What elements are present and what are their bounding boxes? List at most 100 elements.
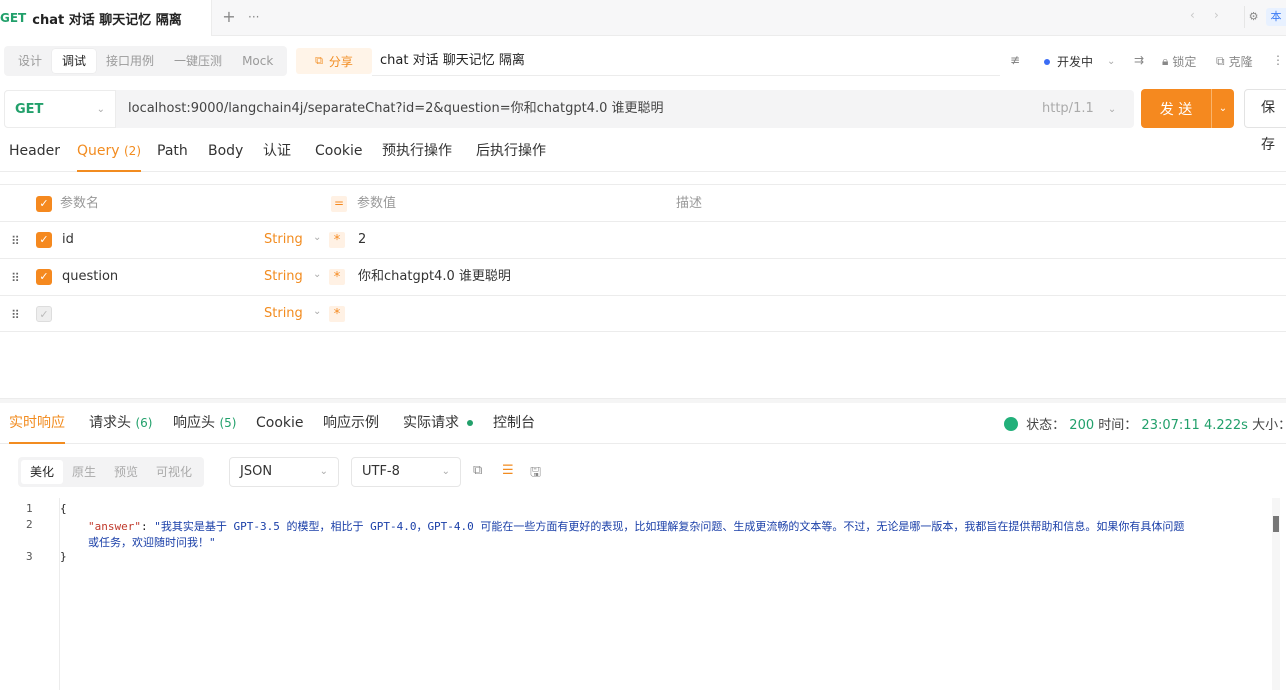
tab-request-headers[interactable]: 请求头 (6): [89, 404, 152, 444]
required-icon[interactable]: *: [329, 306, 345, 322]
tab-pre-script[interactable]: 预执行操作: [382, 132, 452, 172]
panel-divider[interactable]: [0, 398, 1286, 403]
more-tabs-icon[interactable]: ···: [248, 6, 259, 28]
send-options-button[interactable]: ⌄: [1211, 89, 1234, 128]
param-enabled-checkbox[interactable]: ✓: [36, 232, 52, 248]
format-visualize[interactable]: 可视化: [147, 460, 201, 484]
status-label: 状态：: [1026, 418, 1066, 433]
required-icon[interactable]: *: [329, 269, 345, 285]
mode-load-test[interactable]: 一键压测: [164, 49, 232, 73]
param-value[interactable]: 你和chatgpt4.0 谁更聪明: [358, 269, 511, 285]
tab-method: GET: [0, 11, 27, 25]
param-enabled-checkbox[interactable]: ✓: [36, 269, 52, 285]
send-button[interactable]: 发 送: [1141, 89, 1211, 128]
content-type-select[interactable]: JSON ⌄: [229, 457, 339, 487]
format-pretty[interactable]: 美化: [21, 460, 64, 484]
http-version-select[interactable]: http/1.1 ⌄: [1042, 90, 1116, 128]
lock-button[interactable]: 🔒︎ 锁定: [1162, 53, 1196, 70]
mode-mock[interactable]: Mock: [232, 49, 283, 73]
url-input[interactable]: localhost:9000/langchain4j/separateChat?…: [128, 90, 664, 128]
param-type[interactable]: String: [264, 232, 303, 248]
response-status: 状态： 200 时间： 23:07:11 4.222s 大小： 0.: [1004, 414, 1286, 433]
param-type[interactable]: String: [264, 269, 303, 285]
format-preview[interactable]: 预览: [105, 460, 147, 484]
required-icon[interactable]: *: [329, 232, 345, 248]
drag-handle-icon[interactable]: ⠿: [11, 308, 20, 322]
code-line: }: [60, 550, 67, 563]
tab-path[interactable]: Path: [157, 132, 188, 172]
drag-handle-icon[interactable]: ⠿: [11, 271, 20, 285]
code-line: 或任务，欢迎随时问我！": [88, 536, 216, 549]
mode-test-cases[interactable]: 接口用例: [96, 49, 164, 73]
tab-actual-request-label: 实际请求: [403, 415, 459, 431]
collapse-icon[interactable]: ⇉: [1134, 53, 1144, 67]
share-button[interactable]: ⧉ 分享: [296, 48, 372, 74]
tab-console[interactable]: 控制台: [493, 404, 535, 444]
tab-api-chat[interactable]: GET chat 对话 聊天记忆 隔离: [0, 0, 212, 36]
format-raw[interactable]: 原生: [63, 460, 105, 484]
status-code: 200: [1069, 418, 1095, 433]
code-line: {: [60, 502, 67, 515]
param-value-header: 参数值: [357, 196, 397, 211]
chevron-down-icon[interactable]: ⌄: [313, 269, 321, 280]
copy-icon[interactable]: ⧉: [473, 463, 482, 478]
chevron-down-icon: ⌄: [96, 103, 105, 115]
json-value: "我其实是基于 GPT-3.5 的模型，相比于 GPT-4.0，GPT-4.0 …: [154, 520, 1185, 533]
share-icon: ⧉: [315, 54, 323, 67]
response-body[interactable]: 1 2 3 { "answer": "我其实是基于 GPT-3.5 的模型，相比…: [0, 498, 1286, 690]
tab-response-cookie[interactable]: Cookie: [256, 404, 304, 444]
env-badge[interactable]: 本: [1266, 8, 1286, 26]
tab-auth[interactable]: 认证: [263, 132, 291, 172]
param-type[interactable]: String: [264, 306, 303, 322]
gear-icon[interactable]: ⚙: [1244, 6, 1262, 28]
mode-debug[interactable]: 调试: [52, 49, 97, 73]
save-response-icon[interactable]: 🖫: [530, 463, 541, 485]
tab-header[interactable]: Header: [9, 132, 60, 172]
lock-icon: 🔒︎: [1162, 54, 1169, 68]
format-icon[interactable]: ≢: [1010, 53, 1020, 67]
tab-actual-request[interactable]: 实际请求: [403, 404, 474, 444]
tab-next-icon[interactable]: ›: [1214, 8, 1219, 22]
time-label: 时间：: [1098, 418, 1138, 433]
globe-icon[interactable]: [1004, 417, 1018, 431]
actual-request-dot: [467, 420, 474, 426]
select-all-checkbox[interactable]: ✓: [36, 196, 52, 212]
tab-cookie[interactable]: Cookie: [315, 132, 363, 172]
chevron-down-icon: ⌄: [441, 466, 450, 477]
json-key: "answer": [88, 520, 141, 533]
tab-response-example[interactable]: 响应示例: [323, 404, 379, 444]
param-value[interactable]: 2: [358, 232, 366, 248]
tab-response-headers-label: 响应头: [173, 415, 215, 431]
param-name[interactable]: id: [62, 232, 74, 248]
param-name[interactable]: question: [62, 269, 118, 285]
tab-body[interactable]: Body: [208, 132, 243, 172]
scrollbar-thumb[interactable]: [1273, 516, 1279, 532]
tab-response-headers[interactable]: 响应头 (5): [173, 404, 236, 444]
bulk-edit-icon[interactable]: =: [331, 196, 347, 212]
status-dropdown[interactable]: 开发中 ⌄: [1044, 53, 1115, 70]
mode-design[interactable]: 设计: [8, 49, 52, 73]
line-gutter: 1 2 3: [0, 498, 60, 690]
tab-realtime-response[interactable]: 实时响应: [9, 404, 65, 444]
method-value: GET: [15, 101, 44, 117]
more-icon[interactable]: ⋮: [1272, 53, 1284, 67]
tab-post-script[interactable]: 后执行操作: [476, 132, 546, 172]
drag-handle-icon[interactable]: ⠿: [11, 234, 20, 248]
chevron-down-icon: ⌄: [1107, 56, 1116, 67]
method-select[interactable]: GET ⌄: [4, 90, 116, 128]
duration-value: 4.222s: [1203, 418, 1248, 433]
tab-query[interactable]: Query (2): [77, 132, 141, 172]
http-version-value: http/1.1: [1042, 101, 1094, 116]
param-enabled-checkbox[interactable]: ✓: [36, 306, 52, 322]
new-tab-button[interactable]: +: [220, 6, 238, 28]
wrap-icon[interactable]: ☰: [502, 463, 514, 478]
chevron-down-icon[interactable]: ⌄: [313, 306, 321, 317]
encoding-select[interactable]: UTF-8 ⌄: [351, 457, 461, 487]
api-name-field[interactable]: chat 对话 聊天记忆 隔离: [372, 48, 1000, 76]
tab-prev-icon[interactable]: ‹: [1190, 8, 1195, 22]
chevron-down-icon[interactable]: ⌄: [313, 232, 321, 243]
clone-button[interactable]: ⧉ 克隆: [1216, 53, 1253, 70]
tab-bar: GET chat 对话 聊天记忆 隔离 + ··· ‹ › ⚙ 本: [0, 0, 1286, 36]
table-row: ⠿ ✓ question String ⌄ * 你和chatgpt4.0 谁更聪…: [0, 258, 1286, 295]
save-button[interactable]: 保 存: [1244, 89, 1286, 153]
